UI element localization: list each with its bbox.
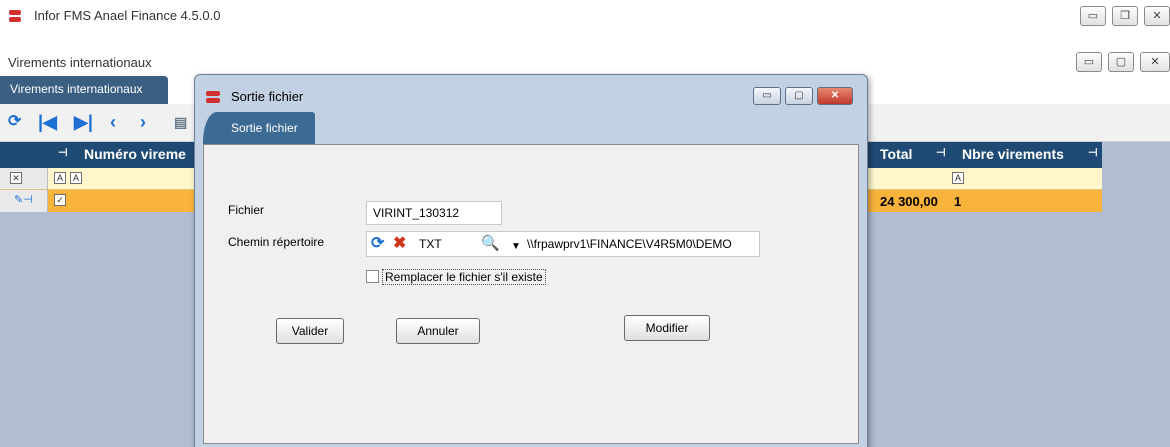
dialog-body: Fichier Chemin répertoire ⟳ ✖ TXT 🔍 ▼ \\… [203,144,859,444]
sortie-fichier-dialog: Sortie fichier ▭ ▢ ✕ Sortie fichier Fich… [194,74,868,447]
pin-icon[interactable]: ⊣ [1088,146,1098,159]
module-title: Virements internationaux [8,55,152,70]
app-minimize-button[interactable]: ▭ [1080,6,1106,26]
last-record-icon[interactable]: ▶| [74,113,93,131]
app-title-bar: Infor FMS Anael Finance 4.5.0.0 ▭ ❐ ✕ [0,0,1170,34]
filter-clear-icon[interactable]: ✕ [10,172,22,184]
fichier-label: Fichier [228,203,265,217]
column-header-nbre-virements[interactable]: Nbre virements [962,146,1064,162]
modifier-button[interactable]: Modifier [624,315,710,341]
row-selector[interactable]: ✎⊣ [0,190,48,212]
module-close-button[interactable]: ✕ [1140,52,1170,72]
next-record-icon[interactable]: › [140,113,146,131]
filter-row-selector: ✕ [0,168,48,189]
grid-empty-area [1102,142,1170,212]
module-title-bar: Virements internationaux ▭ ▢ ✕ [0,50,1170,76]
module-maximize-button[interactable]: ▢ [1108,52,1134,72]
dialog-logo-icon [206,91,220,103]
export-icon[interactable]: ▤ [174,113,187,131]
dialog-title: Sortie fichier [231,89,304,104]
cell-nbre-virements: 1 [954,194,962,209]
module-minimize-button[interactable]: ▭ [1076,52,1102,72]
filter-text-icon[interactable]: A [70,172,82,184]
chemin-repertoire-field: ⟳ ✖ TXT 🔍 ▼ \\frpawprv1\FINANCE\V4R5M0\D… [366,231,760,257]
pin-icon[interactable]: ⊣ [58,146,68,159]
tab-virements-internationaux[interactable]: Virements internationaux [0,76,168,104]
app-logo-icon [9,10,21,22]
valider-button[interactable]: Valider [276,318,344,344]
dialog-close-button[interactable]: ✕ [817,87,853,105]
cell-total: 24 300,00 [880,194,938,209]
search-icon[interactable]: 🔍 [481,235,500,253]
column-header-numero[interactable]: Numéro vireme [84,146,186,162]
replace-file-label[interactable]: Remplacer le fichier s'il existe [382,269,546,285]
path-value: \\frpawprv1\FINANCE\V4R5M0\DEMO [527,237,732,251]
annuler-button[interactable]: Annuler [396,318,480,344]
chevron-down-icon[interactable]: ▼ [511,238,521,256]
row-checkbox[interactable]: ✓ [54,194,66,206]
dialog-minimize-button[interactable]: ▭ [753,87,781,105]
filter-text-icon[interactable]: A [952,172,964,184]
edit-pencil-icon: ✎⊣ [14,194,33,206]
dialog-maximize-button[interactable]: ▢ [785,87,813,105]
previous-record-icon[interactable]: ‹ [110,113,116,131]
delete-icon[interactable]: ✖ [393,235,406,253]
fichier-input[interactable] [366,201,502,225]
filter-text-icon[interactable]: A [54,172,66,184]
format-value: TXT [419,237,442,251]
app-close-button[interactable]: ✕ [1144,6,1170,26]
refresh-icon[interactable]: ⟳ [371,235,384,253]
pin-icon[interactable]: ⊣ [936,146,946,159]
column-header-total[interactable]: Total [880,146,912,162]
replace-file-checkbox[interactable] [366,270,379,283]
app-restore-button[interactable]: ❐ [1112,6,1138,26]
tab-sortie-fichier[interactable]: Sortie fichier [203,112,315,144]
app-title: Infor FMS Anael Finance 4.5.0.0 [34,8,221,23]
refresh-icon[interactable]: ⟳ [8,113,21,131]
chemin-repertoire-label: Chemin répertoire [228,235,325,249]
first-record-icon[interactable]: |◀ [38,113,57,131]
